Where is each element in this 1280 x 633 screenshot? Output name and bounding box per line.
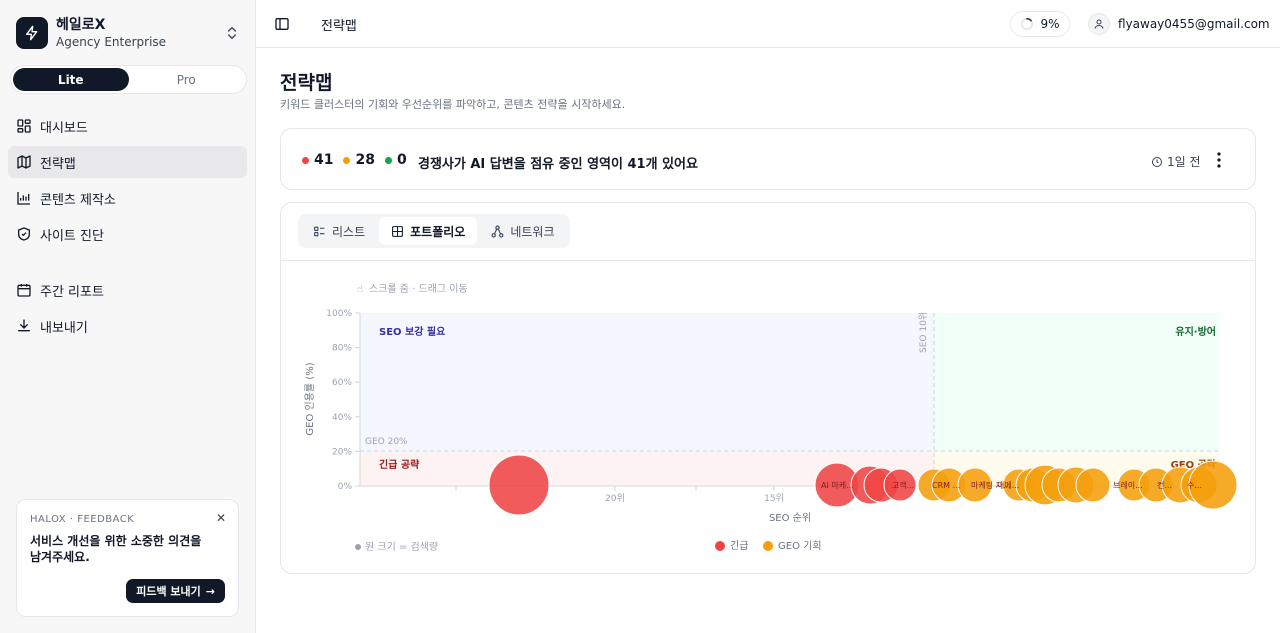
summary-time-label: 1일 전 xyxy=(1167,155,1201,169)
page-subtitle: 키워드 클러스터의 기회와 우선순위를 파악하고, 콘텐츠 전략을 시작하세요. xyxy=(280,98,626,111)
dashboard-icon xyxy=(17,119,31,133)
sidebar-item-label: 대시보드 xyxy=(40,120,88,136)
workspace-plan: Agency Enterprise xyxy=(56,34,167,49)
plan-option-lite[interactable]: Lite xyxy=(13,68,129,91)
sidebar-nav: 대시보드 전략맵 콘텐츠 제작소 사이트 진단 주간 리포트 내보내기 xyxy=(8,110,247,346)
plan-toggle: Lite Pro xyxy=(10,65,247,94)
summary-message: 경쟁사가 AI 답변을 점유 중인 영역이 41개 있어요 xyxy=(418,157,698,172)
bubble-label: 고객... xyxy=(892,480,914,490)
scatter-bubble[interactable] xyxy=(1075,467,1111,503)
quadrant-seo-needed-bg xyxy=(360,313,934,451)
plan-option-pro[interactable]: Pro xyxy=(129,68,245,91)
count-geo-opportunity: 28 xyxy=(343,152,375,168)
header-title: 전략맵 xyxy=(321,19,357,34)
send-feedback-label: 피드백 보내기 xyxy=(136,585,201,598)
portfolio-card: 리스트 포트폴리오 네트워크 ☝ 스크롤 줌 · 드래그 이동 100% 80% 6… xyxy=(280,202,1256,574)
scatter-bubble[interactable] xyxy=(488,454,550,516)
sidebar-item-label: 사이트 진단 xyxy=(40,228,104,244)
sidebar-item-weekly-report[interactable]: 주간 리포트 xyxy=(8,274,247,306)
spinner-icon xyxy=(1021,17,1034,31)
y-tick-label: 20% xyxy=(332,447,352,457)
user-icon xyxy=(1088,13,1110,35)
legend-geo-swatch xyxy=(763,541,773,551)
y-tick-labels: 100% 80% 60% 40% 20% 0% xyxy=(326,309,360,492)
bubble-label: 브레이... xyxy=(1113,480,1143,490)
page-title: 전략맵 xyxy=(280,72,333,94)
user-menu[interactable]: flyaway0455@gmail.com xyxy=(1088,12,1270,36)
sidebar-item-dashboard[interactable]: 대시보드 xyxy=(8,110,247,142)
chart-hint-icon: ☝ xyxy=(357,284,363,295)
progress-indicator[interactable]: 9% xyxy=(1010,11,1070,37)
y-tick-label: 40% xyxy=(332,413,352,423)
y-tick-label: 100% xyxy=(326,309,352,319)
sidebar-item-strategy-map[interactable]: 전략맵 xyxy=(8,146,247,178)
bolt-icon xyxy=(16,17,48,49)
chevrons-up-down-icon xyxy=(228,26,236,40)
count-maintain: 0 xyxy=(384,152,407,168)
size-note-dot xyxy=(355,544,361,550)
y-tick-label: 60% xyxy=(332,378,352,388)
count-value: 0 xyxy=(396,152,407,168)
summary-time: 1일 전 xyxy=(1151,153,1201,170)
more-vertical-icon[interactable] xyxy=(1211,151,1227,169)
user-email: flyaway0455@gmail.com xyxy=(1118,17,1270,31)
legend-urgent-label: 긴급 xyxy=(730,540,748,552)
sidebar-item-export[interactable]: 내보내기 xyxy=(8,310,247,342)
size-note: 원 크기 = 검색량 xyxy=(365,541,438,553)
x-tick-label: 15위 xyxy=(764,493,784,504)
seo-threshold-label: SEO 10위 xyxy=(918,312,929,353)
count-value: 28 xyxy=(355,152,375,168)
summary-card: 41 28 0 경쟁사가 AI 답변을 점유 중인 영역이 41개 있어요 1일… xyxy=(280,128,1256,190)
count-value: 41 xyxy=(314,152,334,168)
y-axis-label: GEO 인용률 (%) xyxy=(304,362,316,435)
bubble-label: AI 마케... xyxy=(821,481,854,490)
sidebar-item-label: 주간 리포트 xyxy=(40,284,104,300)
geo-threshold-label: GEO 20% xyxy=(365,437,408,447)
calendar-icon xyxy=(17,284,31,297)
progress-value: 9% xyxy=(1040,17,1060,31)
sidebar-item-label: 콘텐츠 제작소 xyxy=(40,192,116,208)
y-tick-label: 80% xyxy=(332,344,352,354)
legend-urgent-swatch xyxy=(715,541,725,551)
workspace-switcher[interactable]: 헤일로X Agency Enterprise xyxy=(16,14,240,52)
bubble-label: 수... xyxy=(1187,481,1202,490)
quadrant-label-seo-needed: SEO 보강 필요 xyxy=(379,325,445,338)
shield-check-icon xyxy=(18,227,30,241)
chart-icon xyxy=(17,192,30,205)
chart-hint: 스크롤 줌 · 드래그 이동 xyxy=(369,283,468,295)
sidebar-item-label: 내보내기 xyxy=(40,320,88,336)
count-urgent: 41 xyxy=(302,152,333,168)
sidebar: 헤일로X Agency Enterprise Lite Pro 대시보드 전략맵… xyxy=(0,0,256,633)
feedback-tag: HALOX · FEEDBACK xyxy=(30,514,135,525)
bubble-label: 컨... xyxy=(1157,480,1172,490)
bubble-label: CRM ... xyxy=(932,481,960,490)
quadrant-label-maintain: 유지·방어 xyxy=(1175,325,1216,338)
close-icon[interactable]: ✕ xyxy=(216,511,226,525)
workspace-name: 헤일로X xyxy=(56,16,106,33)
legend-geo-label: GEO 기회 xyxy=(778,540,822,552)
x-tick-label: 20위 xyxy=(605,493,625,504)
map-icon xyxy=(17,155,31,169)
clock-icon xyxy=(1152,156,1162,167)
send-feedback-button[interactable]: 피드백 보내기 → xyxy=(126,579,225,603)
feedback-card: HALOX · FEEDBACK ✕ 서비스 개선을 위한 소중한 의견을 남겨… xyxy=(16,499,239,617)
summary-counts: 41 28 0 xyxy=(302,152,407,168)
top-header: 전략맵 9% flyaway0455@gmail.com xyxy=(256,0,1280,48)
sidebar-item-site-diagnosis[interactable]: 사이트 진단 xyxy=(8,218,247,250)
y-tick-label: 0% xyxy=(338,482,353,492)
feedback-message: 서비스 개선을 위한 소중한 의견을 남겨주세요. xyxy=(30,534,202,564)
portfolio-scatter-chart[interactable]: ☝ 스크롤 줌 · 드래그 이동 100% 80% 60% 40% 20% 0% 20위 1… xyxy=(281,203,1255,573)
sidebar-toggle-icon[interactable] xyxy=(274,16,290,32)
download-icon xyxy=(18,319,30,332)
sidebar-item-content-studio[interactable]: 콘텐츠 제작소 xyxy=(8,182,247,214)
sidebar-item-label: 전략맵 xyxy=(40,156,76,172)
bubble-label: 이메... xyxy=(997,480,1019,490)
arrow-right-icon: → xyxy=(205,584,215,598)
quadrant-label-urgent: 긴급 공략 xyxy=(379,458,420,471)
x-axis-label: SEO 순위 xyxy=(769,511,811,524)
